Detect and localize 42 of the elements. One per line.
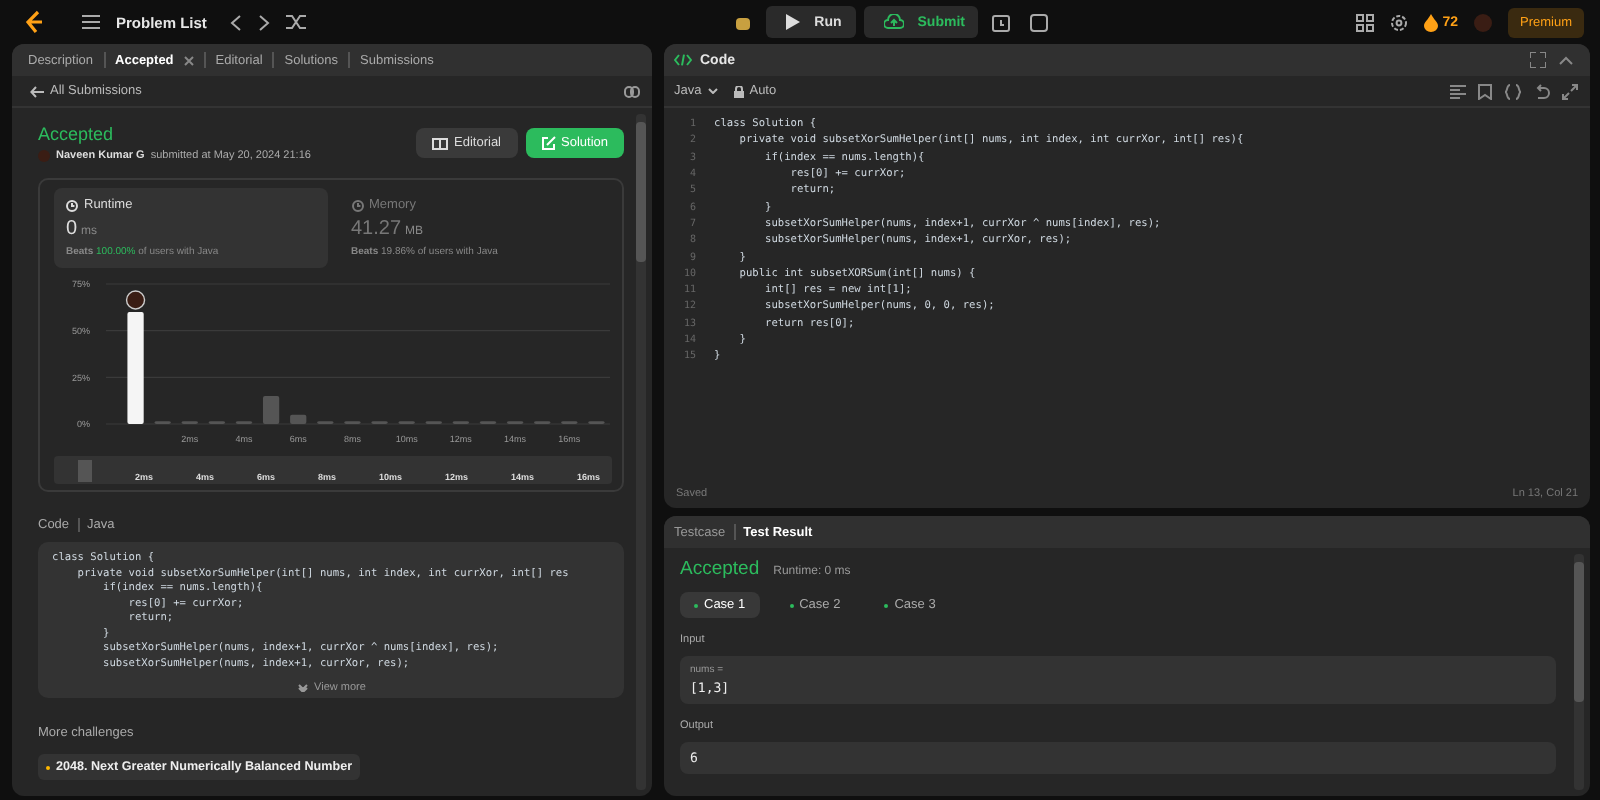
avatar-icon[interactable] [1473, 13, 1492, 31]
histogram-bar[interactable] [263, 396, 280, 424]
overview-bar-drawing [78, 460, 92, 482]
link-icon[interactable] [624, 85, 640, 97]
timer-icon[interactable] [992, 13, 1011, 31]
book-icon [432, 137, 449, 149]
settings-icon[interactable] [1390, 13, 1409, 31]
scrollbar[interactable] [1574, 554, 1584, 790]
expand-icon[interactable] [1562, 83, 1578, 99]
braces-icon[interactable] [1504, 83, 1522, 99]
close-icon[interactable] [183, 55, 194, 65]
format-icon[interactable] [1450, 83, 1466, 99]
shuffle-icon[interactable] [286, 14, 307, 30]
user-avatar-icon [125, 290, 146, 310]
flame-icon [1424, 13, 1439, 31]
note-icon[interactable] [1030, 13, 1049, 31]
grid-icon[interactable] [1356, 13, 1375, 31]
undo-icon[interactable] [1534, 83, 1550, 99]
collapse-icon[interactable] [1558, 54, 1574, 66]
clock-icon [351, 199, 363, 211]
edit-icon [541, 136, 555, 150]
lock-icon [733, 85, 744, 97]
bookmark-icon[interactable] [1478, 83, 1492, 99]
cloud-upload-icon [883, 14, 904, 30]
chevron-down-icon[interactable] [298, 684, 309, 692]
play-icon [786, 14, 801, 30]
submission-status: Accepted [38, 124, 116, 144]
clock-icon [66, 199, 78, 211]
chevron-down-icon [707, 88, 718, 94]
histogram-bar[interactable] [290, 414, 307, 424]
histogram-bar[interactable] [127, 312, 144, 424]
list-icon [82, 14, 100, 30]
chevron-left-icon[interactable] [230, 13, 243, 31]
logo-icon[interactable] [24, 9, 46, 35]
scrollbar[interactable] [636, 114, 646, 790]
result-status: Accepted [680, 558, 760, 580]
expand-icon[interactable] [1530, 52, 1546, 68]
stat-value: 0 [66, 218, 78, 240]
stat-value: 41.27 [351, 218, 402, 240]
back-arrow-icon[interactable] [30, 85, 44, 97]
chevron-right-icon[interactable] [258, 13, 271, 31]
code-icon [674, 54, 692, 66]
